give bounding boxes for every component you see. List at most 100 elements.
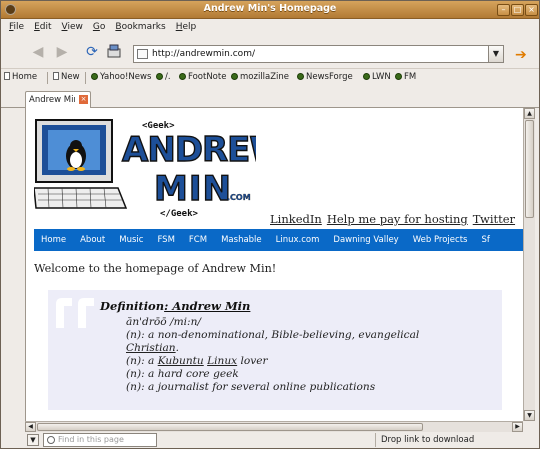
navigation-toolbar: ◀ ▶ ⟳ http://andrewmin.com/ ▼ ➔	[1, 37, 539, 67]
horizontal-scrollbar[interactable]: ◀ ▶	[25, 421, 523, 432]
close-window-button[interactable]: ×	[525, 4, 538, 16]
go-button[interactable]: ➔	[515, 47, 527, 63]
chevron-down-icon: ▼	[492, 49, 500, 58]
bookmark-label: LWN	[372, 72, 391, 82]
live-bookmark-icon	[179, 73, 186, 80]
definition-text: lover	[237, 355, 268, 367]
bookmark-separator	[47, 72, 48, 84]
menu-bar: File Edit View Go Bookmarks Help	[1, 20, 539, 36]
nav-web-projects[interactable]: Web Projects	[413, 229, 468, 245]
live-bookmark-icon	[231, 73, 238, 80]
bookmark-label: Home	[12, 72, 38, 82]
scroll-right-icon[interactable]: ▶	[512, 422, 523, 432]
home-button[interactable]	[105, 43, 123, 61]
tab-andrew-min[interactable]: Andrew Mir ×	[25, 91, 91, 108]
horizontal-scroll-thumb[interactable]	[37, 423, 423, 431]
bookmark-home[interactable]: Home	[4, 72, 37, 82]
logo-min: MIN	[154, 169, 232, 209]
scroll-down-icon[interactable]: ▼	[524, 410, 535, 421]
definition-name: : Andrew Min	[164, 299, 251, 313]
minimize-button[interactable]: –	[497, 4, 510, 16]
history-dropdown-button[interactable]: ▼	[488, 45, 504, 63]
bookmarks-toolbar: Home New Yahoo!News /. FootNote mozillaZ…	[1, 68, 539, 86]
logo-dotcom: .COM	[227, 193, 251, 202]
nav-music[interactable]: Music	[119, 229, 143, 245]
menu-view[interactable]: View	[60, 20, 85, 34]
forward-arrow-icon: ▶	[56, 44, 68, 60]
linux-link[interactable]: Linux	[207, 355, 237, 367]
find-field[interactable]	[43, 433, 157, 447]
definition-text: (n): a	[126, 355, 158, 367]
close-tab-icon[interactable]: ×	[79, 95, 88, 104]
bookmark-footnote[interactable]: FootNote	[179, 72, 226, 82]
bookmark-new[interactable]: New	[53, 72, 80, 82]
bookmark-yahoo-news[interactable]: Yahoo!News	[91, 72, 151, 82]
nav-sf[interactable]: Sf	[481, 229, 489, 245]
maximize-button[interactable]: □	[511, 4, 524, 16]
kubuntu-link[interactable]: Kubuntu	[158, 355, 204, 367]
search-icon	[47, 436, 55, 444]
nav-linux-com[interactable]: Linux.com	[276, 229, 320, 245]
address-bar-url[interactable]: http://andrewmin.com/	[152, 49, 255, 59]
bookmark-label: NewsForge	[306, 72, 353, 82]
status-text: Drop link to download	[381, 435, 475, 445]
chevron-down-icon: ▼	[30, 436, 36, 444]
home-icon	[107, 44, 121, 58]
andrew-min-logo[interactable]: <Geek> ANDREW MIN .COM </Geek>	[34, 116, 256, 226]
menu-go[interactable]: Go	[91, 20, 108, 34]
browser-window: Andrew Min's Homepage – □ × File Edit View…	[0, 0, 540, 449]
christian-link[interactable]: Christian	[126, 342, 176, 354]
vertical-scrollbar[interactable]: ▲ ▼	[523, 108, 535, 421]
status-separator	[375, 433, 376, 447]
definition-title: Definition: Andrew Min	[100, 299, 250, 313]
reload-button[interactable]: ⟳	[83, 43, 101, 61]
vertical-scroll-thumb[interactable]	[525, 120, 534, 218]
live-bookmark-icon	[395, 73, 402, 80]
definition-label: Definition	[100, 299, 165, 313]
reload-icon: ⟳	[86, 44, 98, 60]
definition-line-2: (n): a Kubuntu Linux lover	[126, 355, 268, 367]
nav-dawning-valley[interactable]: Dawning Valley	[333, 229, 398, 245]
definition-line-1b: Christian.	[126, 342, 179, 354]
logo-geek-close: </Geek>	[160, 209, 199, 219]
back-button[interactable]: ◀	[29, 43, 47, 61]
bookmark-label: New	[61, 72, 80, 82]
menu-help[interactable]: Help	[174, 20, 199, 34]
bookmark-mozillazine[interactable]: mozillaZine	[231, 72, 289, 82]
bookmark-fm[interactable]: FM	[395, 72, 416, 82]
page-icon	[4, 72, 10, 80]
site-navigation: Home About Music FSM FCM Mashable Linux.com Daw…	[34, 229, 523, 251]
live-bookmark-icon	[156, 73, 163, 80]
definition-line-3: (n): a hard core geek	[126, 368, 239, 380]
address-bar[interactable]: http://andrewmin.com/	[133, 45, 499, 63]
bookmark-label: Yahoo!News	[100, 72, 152, 82]
linkedin-link[interactable]: LinkedIn	[270, 212, 322, 226]
nav-about[interactable]: About	[80, 229, 105, 245]
nav-fsm[interactable]: FSM	[157, 229, 174, 245]
forward-button[interactable]: ▶	[53, 43, 71, 61]
hosting-help-link[interactable]: Help me pay for hosting	[327, 212, 468, 226]
bookmark-newsforge[interactable]: NewsForge	[297, 72, 353, 82]
tab-label: Andrew Mir	[29, 95, 75, 105]
nav-mashable[interactable]: Mashable	[221, 229, 262, 245]
twitter-link[interactable]: Twitter	[473, 212, 515, 226]
find-options-button[interactable]: ▼	[27, 434, 39, 446]
bookmark-lwn[interactable]: LWN	[363, 72, 391, 82]
bookmark-slashdot[interactable]: /.	[156, 72, 171, 82]
go-arrow-icon: ➔	[515, 47, 527, 63]
title-bar[interactable]: Andrew Min's Homepage – □ ×	[1, 1, 539, 19]
menu-edit[interactable]: Edit	[32, 20, 53, 34]
live-bookmark-icon	[363, 73, 370, 80]
menu-file[interactable]: File	[7, 20, 26, 34]
page-favicon-icon	[137, 49, 148, 59]
status-bar: ▼ Drop link to download	[1, 432, 539, 448]
menu-bookmarks[interactable]: Bookmarks	[113, 20, 167, 34]
nav-fcm[interactable]: FCM	[189, 229, 207, 245]
nav-home[interactable]: Home	[41, 229, 66, 245]
scroll-left-icon[interactable]: ◀	[25, 422, 36, 432]
find-input[interactable]	[58, 435, 154, 444]
quote-mark-icon	[56, 298, 94, 328]
page-content: <Geek> ANDREW MIN .COM </Geek> LinkedIn H…	[25, 108, 523, 421]
page-icon	[53, 72, 59, 80]
scroll-up-icon[interactable]: ▲	[524, 108, 535, 119]
